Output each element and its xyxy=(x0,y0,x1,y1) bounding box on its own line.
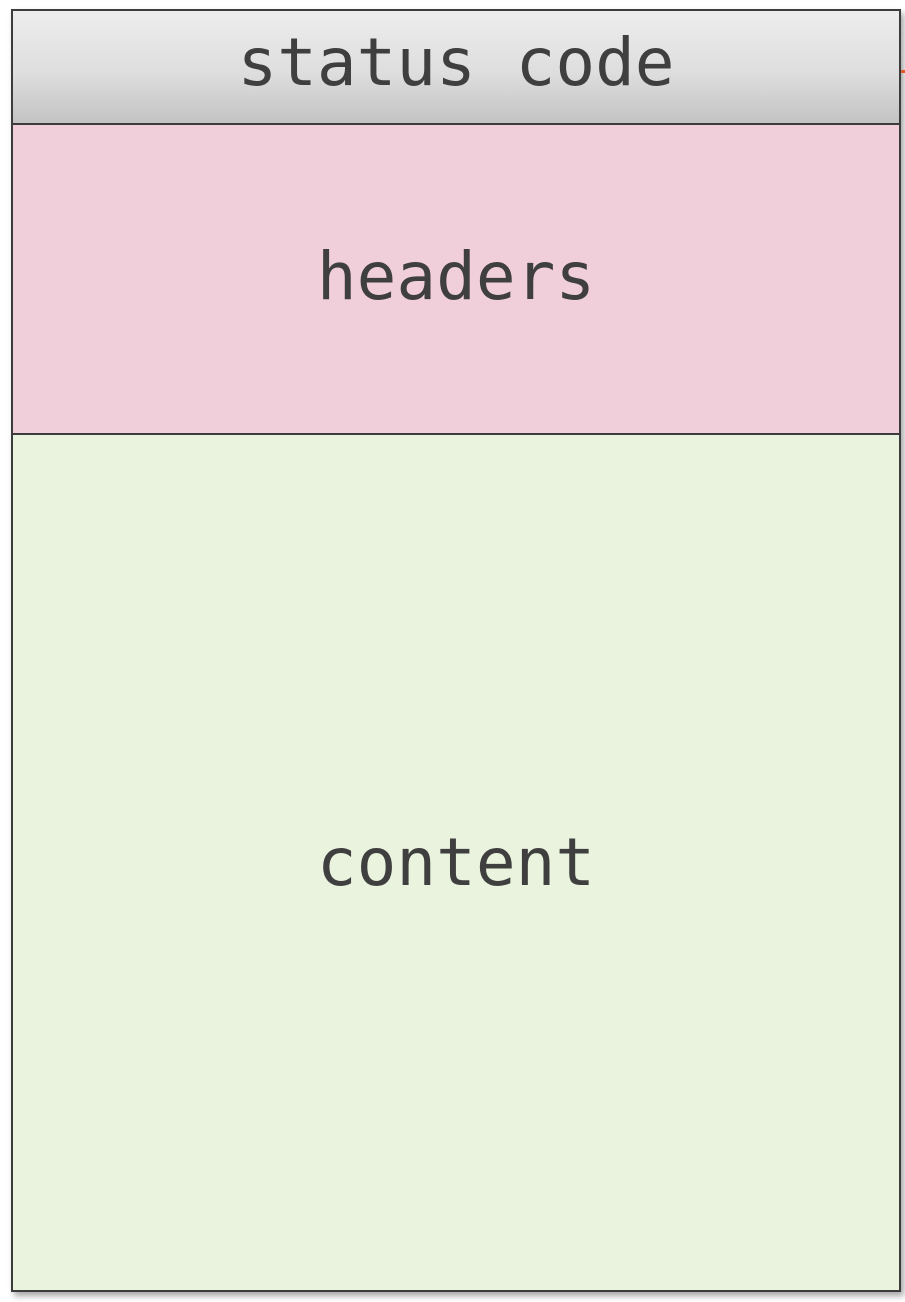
headers-section: headers xyxy=(13,125,899,435)
content-section: content xyxy=(13,435,899,1290)
content-label: content xyxy=(316,823,596,901)
headers-label: headers xyxy=(316,238,596,315)
http-response-diagram: status code headers content xyxy=(11,9,901,1292)
edge-marker xyxy=(901,70,905,73)
status-code-label: status code xyxy=(237,24,675,101)
status-code-section: status code xyxy=(13,11,899,125)
